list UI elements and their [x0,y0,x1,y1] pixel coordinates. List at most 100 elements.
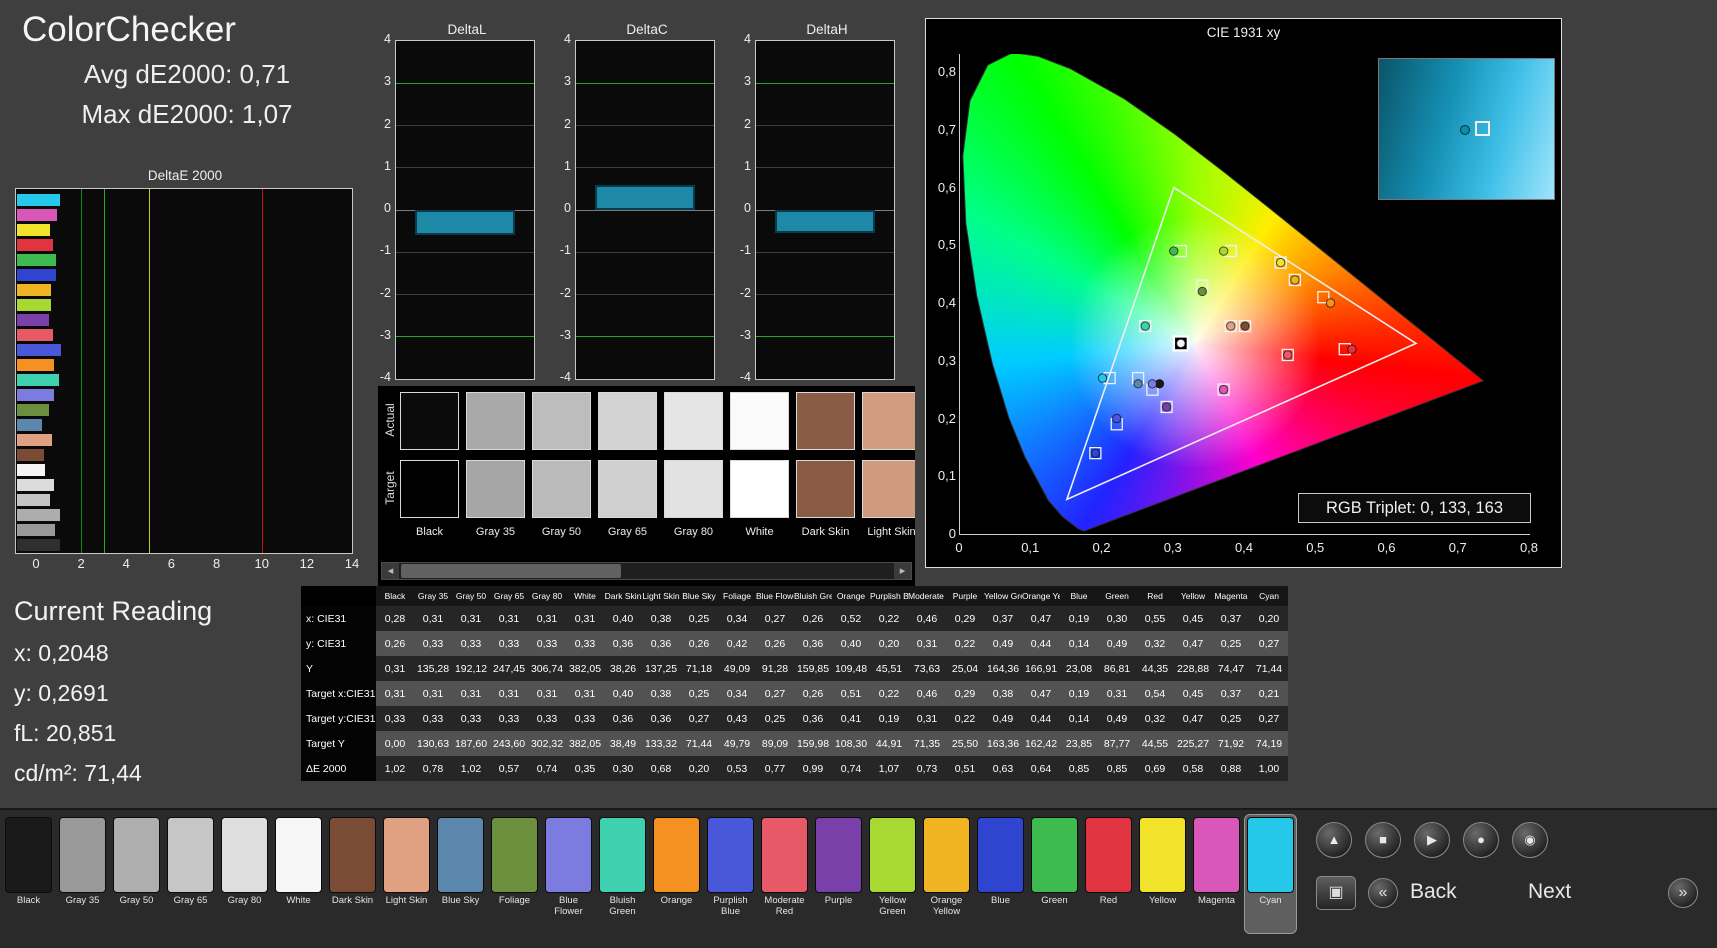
patch-button-moderate-red[interactable]: Moderate Red [759,815,810,933]
patch-button-gray-50[interactable]: Gray 50 [111,815,162,933]
target-swatch [796,460,855,518]
patch-color-swatch [17,388,37,401]
patch-button-blue[interactable]: Blue [975,815,1026,933]
swatch-scrollbar[interactable]: ◂ ▸ [381,562,912,580]
patch-button-dark-skin[interactable]: Dark Skin [327,815,378,933]
rgb-triplet-readout: RGB Triplet: 0, 133, 163 [1298,493,1531,523]
patch-button-light-skin[interactable]: Light Skin [381,815,432,933]
y-tick-label: -2 [379,285,391,300]
table-cell: 71,92 [1212,731,1250,756]
table-cell: 0,31 [528,681,566,706]
table-cell: 0,38 [642,681,680,706]
bottom-toolbar: Black Gray 35 Gray 50 Gray 65 Gray 80 White Da… [0,808,1717,948]
y-tick-label: 0,1 [937,468,956,484]
actual-swatch [466,392,525,450]
column-header: Moderate Red [908,586,946,606]
patch-button-orange[interactable]: Orange [651,815,702,933]
table-cell: 0,30 [1098,606,1136,631]
table-cell: 0,40 [604,606,642,631]
column-header: Light Skin [642,586,680,606]
deltal-plot [395,40,535,380]
patch-button-red[interactable]: Red [1083,815,1134,933]
measured-point [1147,379,1158,389]
display-icon[interactable]: ▣ [1316,876,1356,910]
eject-button[interactable]: ▲ [1316,822,1352,858]
patch-button-foliage[interactable]: Foliage [489,815,540,933]
table-cell: 0,99 [794,756,832,781]
x-tick-label: 0,2 [1092,540,1111,555]
patch-button-blue-sky[interactable]: Blue Sky [435,815,486,933]
stop-button[interactable]: ■ [1365,822,1401,858]
deltae-row [16,297,352,312]
scroll-left-icon[interactable]: ◂ [382,563,399,579]
swatch-label: Light Skin [867,526,915,538]
record-button[interactable]: ● [1463,822,1499,858]
patch-color [977,817,1024,893]
patch-button-purplish-blue[interactable]: Purplish Blue [705,815,756,933]
scroll-right-icon[interactable]: ▸ [894,563,911,579]
next-button[interactable]: Next [1528,880,1571,904]
row-header: x: CIE31 [301,606,376,631]
deltae-row [16,237,352,252]
deltae-bar [37,223,51,236]
row-header: Target Y [301,731,376,756]
deltah-chart: DeltaH 4 3 2 1 0 -1 -2 -3 -4 [731,22,899,384]
scrollbar-track[interactable] [399,563,894,579]
column-header: Gray 35 [414,586,452,606]
table-cell: 0,31 [566,606,604,631]
table-cell: 0,33 [528,706,566,731]
table-row: Target Y 0,00 130,63 187,60 243,60 302,32 382,… [301,731,1288,756]
patch-button-green[interactable]: Green [1029,815,1080,933]
play-button[interactable]: ▶ [1414,822,1450,858]
table-cell: 89,09 [756,731,794,756]
back-button[interactable]: Back [1410,880,1457,904]
patch-button-yellow[interactable]: Yellow [1137,815,1188,933]
patch-button-label: Moderate Red [764,895,805,917]
patch-button-black[interactable]: Black [3,815,54,933]
patch-button-gray-80[interactable]: Gray 80 [219,815,270,933]
patch-button-blue-flower[interactable]: Blue Flower [543,815,594,933]
cie-zoom-thumbnail [1378,58,1555,200]
table-cell: 0,35 [566,756,604,781]
column-header: Black [376,586,414,606]
patch-button-yellow-green[interactable]: Yellow Green [867,815,918,933]
patch-button-cyan[interactable]: Cyan [1244,814,1297,934]
grid-line [576,167,714,169]
table-cell: 0,22 [870,606,908,631]
patch-button-bluish-green[interactable]: Bluish Green [597,815,648,933]
grid-line [396,167,534,169]
table-cell: 0,74 [528,756,566,781]
table-cell: 0,46 [908,681,946,706]
patch-button-gray-35[interactable]: Gray 35 [57,815,108,933]
table-cell: 49,09 [718,656,756,681]
deltae-row [16,267,352,282]
patch-button-magenta[interactable]: Magenta [1191,815,1242,933]
swatch-label-row: Black Gray 35 Gray 50 Gray 65 Gray 80 White Da… [400,526,915,538]
table-cell: 0,68 [642,756,680,781]
grid-line [396,125,534,126]
table-cell: 0,43 [718,706,756,731]
column-header: Blue Flower [756,586,794,606]
chevron-right-icon[interactable]: » [1668,878,1698,908]
actual-swatch [730,392,789,450]
table-cell: 0,73 [908,756,946,781]
column-header: Gray 65 [490,586,528,606]
deltae-row [16,537,352,552]
patch-color-swatch [17,283,37,296]
scrollbar-thumb[interactable] [401,564,621,578]
swatch-label: Black [416,526,443,538]
power-button[interactable]: ◉ [1512,822,1548,858]
patch-button-gray-65[interactable]: Gray 65 [165,815,216,933]
table-cell: 0,26 [794,681,832,706]
deltah-plot [755,40,895,380]
patch-button-white[interactable]: White [273,815,324,933]
table-cell: 0,33 [566,631,604,656]
chevron-left-icon[interactable]: « [1368,878,1398,908]
x-tick-label: 14 [344,556,360,571]
patch-color [113,817,160,893]
table-cell: 71,18 [680,656,718,681]
measurement-table: Black Gray 35 Gray 50 Gray 65 Gray 80 White Da… [301,586,1288,781]
patch-button-orange-yellow[interactable]: Orange Yellow [921,815,972,933]
actual-swatch-row [400,392,915,450]
patch-button-purple[interactable]: Purple [813,815,864,933]
